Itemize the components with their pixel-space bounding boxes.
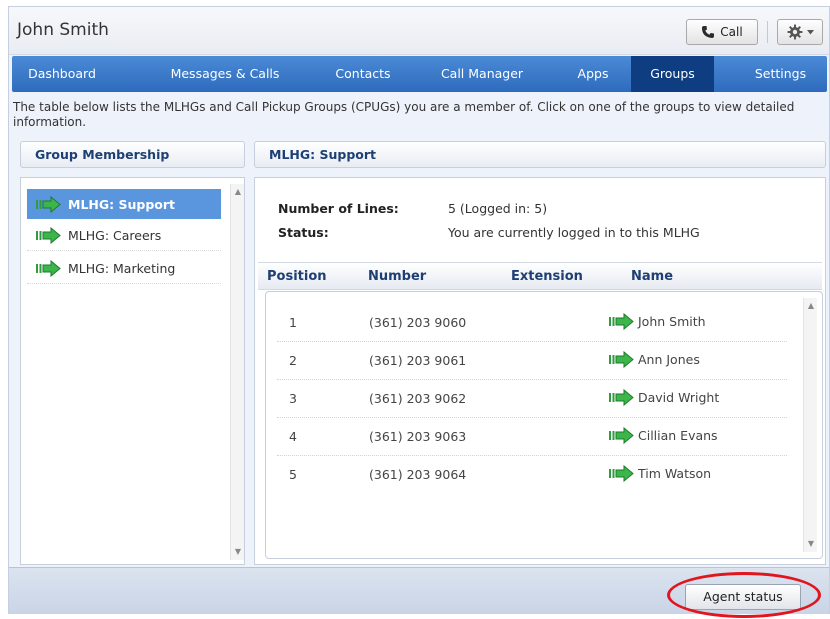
scroll-up-icon[interactable]: ▲ — [231, 186, 245, 198]
number-cell: (361) 203 9061 — [369, 353, 467, 368]
logged-in-arrow-icon — [36, 260, 61, 277]
column-header-position[interactable]: Position — [267, 269, 327, 284]
name-cell: Tim Watson — [608, 465, 711, 482]
phone-icon — [702, 26, 715, 38]
number-cell: (361) 203 9063 — [369, 429, 467, 444]
chevron-down-icon — [806, 29, 814, 34]
members-table: 1 (361) 203 9060 John Smith 2 (361) 203 … — [265, 291, 823, 559]
group-membership-header: Group Membership — [20, 141, 245, 168]
group-list: MLHG: Support MLHG: Careers MLHG: Market… — [20, 177, 245, 565]
group-item-support[interactable]: MLHG: Support — [27, 189, 221, 219]
members-table-header: Position Number Extension Name — [258, 262, 822, 290]
name-cell: Ann Jones — [608, 351, 700, 368]
status-label: Status: — [278, 225, 329, 240]
members-scrollbar[interactable]: ▲ ▼ — [803, 298, 817, 552]
member-name: John Smith — [638, 314, 706, 329]
tab-messages-calls[interactable]: Messages & Calls — [160, 56, 290, 92]
toolbar-divider — [767, 21, 768, 43]
tab-apps[interactable]: Apps — [568, 56, 618, 92]
column-header-number[interactable]: Number — [368, 269, 426, 284]
member-name: Ann Jones — [638, 352, 700, 367]
table-row[interactable]: 4 (361) 203 9063 Cillian Evans — [277, 418, 787, 456]
footer-bar: Agent status — [9, 567, 829, 618]
logged-in-arrow-icon — [609, 313, 634, 330]
name-cell: Cillian Evans — [608, 427, 718, 444]
position-cell: 1 — [289, 315, 297, 330]
member-name: Tim Watson — [638, 466, 712, 481]
tab-groups[interactable]: Groups — [631, 56, 714, 92]
group-item-label: MLHG: Careers — [68, 228, 162, 243]
position-cell: 5 — [289, 467, 297, 482]
name-cell: David Wright — [608, 389, 719, 406]
number-cell: (361) 203 9062 — [369, 391, 467, 406]
logged-in-arrow-icon — [609, 389, 634, 406]
position-cell: 2 — [289, 353, 297, 368]
logged-in-arrow-icon — [609, 351, 634, 368]
group-detail-header: MLHG: Support — [254, 141, 826, 168]
tab-settings[interactable]: Settings — [738, 56, 823, 92]
table-row[interactable]: 2 (361) 203 9061 Ann Jones — [277, 342, 787, 380]
tab-dashboard[interactable]: Dashboard — [12, 56, 112, 92]
lines-label: Number of Lines: — [278, 201, 399, 216]
call-button-label: Call — [720, 25, 743, 39]
title-bar: John Smith Call — [9, 7, 829, 55]
status-value: You are currently logged in to this MLHG — [448, 225, 700, 240]
scroll-down-icon[interactable]: ▼ — [804, 538, 818, 550]
intro-text: The table below lists the MLHGs and Call… — [13, 100, 795, 129]
column-header-extension[interactable]: Extension — [511, 269, 583, 284]
main-nav: Dashboard Messages & Calls Contacts Call… — [12, 56, 827, 92]
group-item-marketing[interactable]: MLHG: Marketing — [27, 254, 221, 284]
number-cell: (361) 203 9060 — [369, 315, 467, 330]
logged-in-arrow-icon — [36, 227, 61, 244]
position-cell: 4 — [289, 429, 297, 444]
table-row[interactable]: 5 (361) 203 9064 Tim Watson — [277, 456, 787, 494]
group-list-scrollbar[interactable]: ▲ ▼ — [230, 184, 244, 560]
settings-menu-button[interactable] — [777, 19, 823, 45]
member-name: Cillian Evans — [638, 428, 718, 443]
table-row[interactable]: 1 (361) 203 9060 John Smith — [277, 304, 787, 342]
tab-call-manager[interactable]: Call Manager — [430, 56, 534, 92]
scroll-down-icon[interactable]: ▼ — [231, 546, 245, 558]
group-item-careers[interactable]: MLHG: Careers — [27, 221, 221, 251]
member-name: David Wright — [638, 390, 720, 405]
lines-value: 5 (Logged in: 5) — [448, 201, 548, 216]
logged-in-arrow-icon — [609, 465, 634, 482]
tab-contacts[interactable]: Contacts — [325, 56, 401, 92]
scroll-up-icon[interactable]: ▲ — [804, 300, 818, 312]
number-cell: (361) 203 9064 — [369, 467, 467, 482]
call-button[interactable]: Call — [686, 19, 758, 45]
window-title: John Smith — [17, 20, 109, 40]
logged-in-arrow-icon — [609, 427, 634, 444]
highlight-ring — [667, 572, 821, 618]
position-cell: 3 — [289, 391, 297, 406]
table-row[interactable]: 3 (361) 203 9062 David Wright — [277, 380, 787, 418]
logged-in-arrow-icon — [36, 195, 61, 213]
group-item-label: MLHG: Marketing — [68, 261, 176, 276]
group-detail-panel: Number of Lines: 5 (Logged in: 5) Status… — [254, 177, 826, 565]
gear-icon — [787, 24, 802, 40]
name-cell: John Smith — [608, 313, 706, 330]
group-item-label: MLHG: Support — [68, 196, 176, 212]
app-window: John Smith Call Dashboard Messages & Cal… — [8, 6, 830, 618]
column-header-name[interactable]: Name — [631, 269, 673, 284]
